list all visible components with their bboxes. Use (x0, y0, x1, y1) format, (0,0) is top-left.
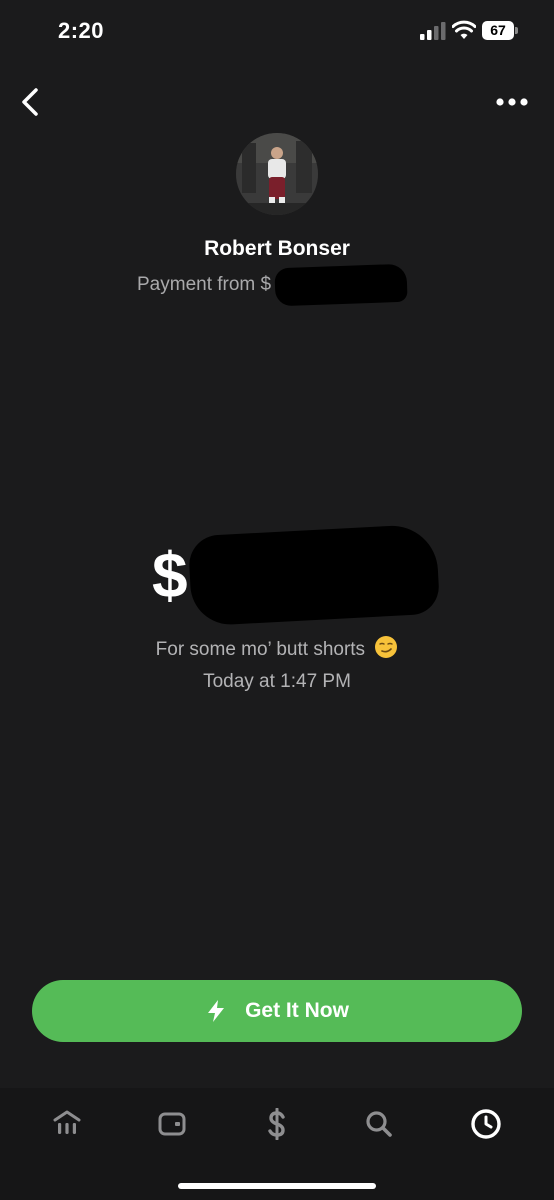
payment-note-text: For some mo’ butt shorts (155, 639, 366, 660)
payment-amount: $ (152, 523, 440, 627)
battery-level: 67 (482, 21, 514, 40)
tab-search[interactable] (357, 1106, 401, 1142)
get-it-now-button[interactable]: Get It Now (32, 980, 522, 1042)
chevron-left-icon[interactable] (14, 84, 48, 120)
status-time: 2:20 (58, 18, 105, 43)
wifi-icon (452, 20, 476, 39)
redaction-mark (187, 523, 440, 627)
get-it-now-label: Get It Now (245, 999, 349, 1022)
bank-icon (53, 1110, 81, 1134)
clock-icon (471, 1109, 501, 1139)
status-bar: 2:20 67 (0, 0, 554, 64)
payment-subtitle: Payment from $ (137, 263, 408, 307)
redaction-mark (274, 263, 408, 307)
battery-icon: 67 (482, 21, 518, 40)
card-icon (158, 1112, 186, 1136)
lightning-bolt-icon (208, 1000, 225, 1022)
battery-tip (515, 27, 518, 34)
tab-activity[interactable] (464, 1106, 508, 1142)
payment-subtitle-text: Payment from $ (137, 274, 272, 295)
search-icon (366, 1111, 392, 1137)
payment-note: For some mo’ butt shorts (0, 635, 554, 661)
ellipsis-icon[interactable] (494, 90, 534, 114)
tab-banking[interactable] (45, 1106, 89, 1142)
avatar-photo (236, 133, 318, 215)
tab-card[interactable] (150, 1106, 194, 1142)
currency-symbol: $ (152, 539, 188, 611)
avatar[interactable] (236, 133, 318, 215)
smirking-face-icon (375, 636, 398, 658)
dollar-icon (268, 1108, 285, 1140)
tab-money[interactable] (255, 1106, 299, 1142)
cell-signal-icon (420, 22, 446, 40)
payment-timestamp: Today at 1:47 PM (203, 671, 351, 692)
sender-name: Robert Bonser (204, 237, 350, 260)
home-indicator[interactable] (178, 1183, 376, 1189)
